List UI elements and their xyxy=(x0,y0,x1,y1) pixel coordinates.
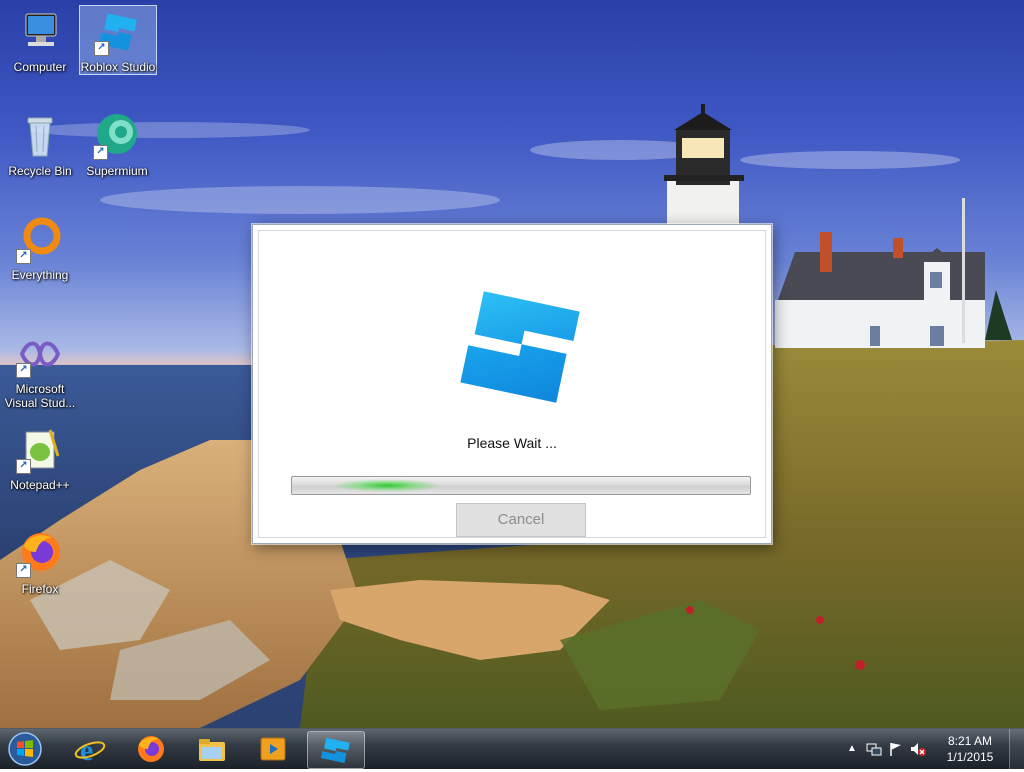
show-hidden-icons-arrow[interactable]: ▲ xyxy=(844,741,860,757)
shortcut-arrow-icon: ↗ xyxy=(94,41,109,56)
volume-muted-icon[interactable] xyxy=(910,741,926,757)
visual-studio-icon: ↗ xyxy=(16,330,64,378)
notepad-plus-plus-icon: ↗ xyxy=(16,426,64,474)
desktop-icon-label: Recycle Bin xyxy=(8,164,72,178)
desktop-icon-label: Computer xyxy=(13,60,67,74)
show-desktop-button[interactable] xyxy=(1009,729,1024,769)
desktop-icon-firefox[interactable]: ↗ Firefox xyxy=(2,530,78,596)
shortcut-arrow-icon: ↗ xyxy=(93,145,108,160)
file-explorer-icon xyxy=(199,739,225,761)
start-button[interactable] xyxy=(6,731,44,767)
desktop-icon-roblox-studio[interactable]: ↗ Roblox Studio xyxy=(79,5,157,75)
progress-indicator xyxy=(332,479,442,492)
clock-time: 8:21 AM xyxy=(947,734,993,748)
shortcut-arrow-icon: ↗ xyxy=(16,563,31,578)
dialog-content: Please Wait ... Cancel xyxy=(258,230,766,538)
everything-icon: ↗ xyxy=(16,216,64,264)
taskbar-roblox-studio[interactable] xyxy=(307,731,365,769)
shortcut-arrow-icon: ↗ xyxy=(16,363,31,378)
taskbar-internet-explorer[interactable]: e xyxy=(62,731,118,767)
cancel-button[interactable]: Cancel xyxy=(456,503,586,537)
desktop-icon-supermium[interactable]: ↗ Supermium xyxy=(79,112,155,178)
recycle-bin-icon xyxy=(16,112,64,160)
loading-progress-bar xyxy=(291,476,751,495)
desktop-icon-label: Roblox Studio xyxy=(80,60,156,74)
windows-logo-icon xyxy=(8,732,42,766)
desktop-icon-visual-studio[interactable]: ↗ Microsoft Visual Stud... xyxy=(2,330,78,410)
please-wait-status: Please Wait ... xyxy=(467,435,557,451)
firefox-icon: ↗ xyxy=(16,530,64,578)
desktop-icon-label: Everything xyxy=(11,268,69,282)
svg-text:e: e xyxy=(80,734,93,764)
desktop-icon-recycle-bin[interactable]: Recycle Bin xyxy=(2,112,78,178)
desktop-icon-label: Supermium xyxy=(86,164,148,178)
media-player-icon xyxy=(260,737,286,761)
taskbar-firefox[interactable] xyxy=(123,731,179,767)
shortcut-arrow-icon: ↗ xyxy=(16,249,31,264)
action-center-flag-icon[interactable] xyxy=(888,741,904,757)
shortcut-arrow-icon: ↗ xyxy=(16,459,31,474)
clock-date: 1/1/2015 xyxy=(946,750,994,764)
taskbar-file-explorer[interactable] xyxy=(184,731,240,767)
firefox-icon xyxy=(138,736,164,762)
desktop-icon-label: Firefox xyxy=(21,582,59,596)
desktop-icon-label: Notepad++ xyxy=(10,478,70,492)
taskbar-media-player[interactable] xyxy=(245,731,301,767)
desktop-icon-computer[interactable]: Computer xyxy=(2,8,78,74)
computer-icon xyxy=(16,8,64,56)
desktop-icon-notepad-plus-plus[interactable]: ↗ Notepad++ xyxy=(2,426,78,492)
supermium-icon: ↗ xyxy=(93,112,141,160)
desktop-icon-everything[interactable]: ↗ Everything xyxy=(2,216,78,282)
roblox-studio-icon xyxy=(320,737,350,764)
network-icon[interactable] xyxy=(866,741,882,757)
roblox-studio-icon: ↗ xyxy=(94,8,142,56)
taskbar: e ▲ 8:21 AM 1/1/2015 xyxy=(0,728,1024,769)
roblox-studio-loading-dialog: Please Wait ... Cancel xyxy=(252,224,772,544)
system-clock[interactable]: 8:21 AM 1/1/2015 xyxy=(940,733,1000,765)
system-tray: ▲ 8:21 AM 1/1/2015 xyxy=(834,729,1024,769)
roblox-studio-logo xyxy=(460,291,580,403)
internet-explorer-icon: e xyxy=(74,734,106,764)
desktop-icon-label: Microsoft Visual Stud... xyxy=(4,382,76,410)
